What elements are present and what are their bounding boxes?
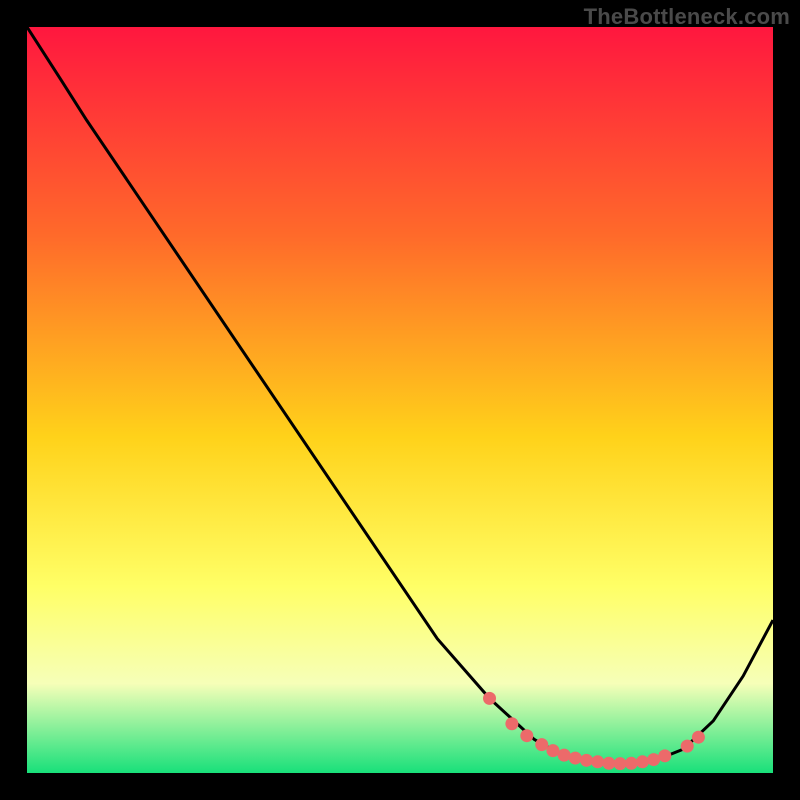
curve-marker: [569, 752, 582, 765]
curve-marker: [658, 749, 671, 762]
curve-marker: [591, 755, 604, 768]
curve-marker: [483, 692, 496, 705]
curve-marker: [520, 729, 533, 742]
watermark-label: TheBottleneck.com: [584, 4, 790, 30]
curve-marker: [558, 749, 571, 762]
chart-svg: [27, 27, 773, 773]
curve-marker: [602, 757, 615, 770]
curve-marker: [647, 753, 660, 766]
curve-marker: [614, 757, 627, 770]
gradient-background: [27, 27, 773, 773]
curve-marker: [580, 754, 593, 767]
curve-marker: [625, 757, 638, 770]
chart-frame: TheBottleneck.com: [0, 0, 800, 800]
curve-marker: [546, 744, 559, 757]
plot-area: [27, 27, 773, 773]
curve-marker: [636, 755, 649, 768]
curve-marker: [681, 740, 694, 753]
curve-marker: [535, 738, 548, 751]
curve-marker: [505, 717, 518, 730]
curve-marker: [692, 731, 705, 744]
